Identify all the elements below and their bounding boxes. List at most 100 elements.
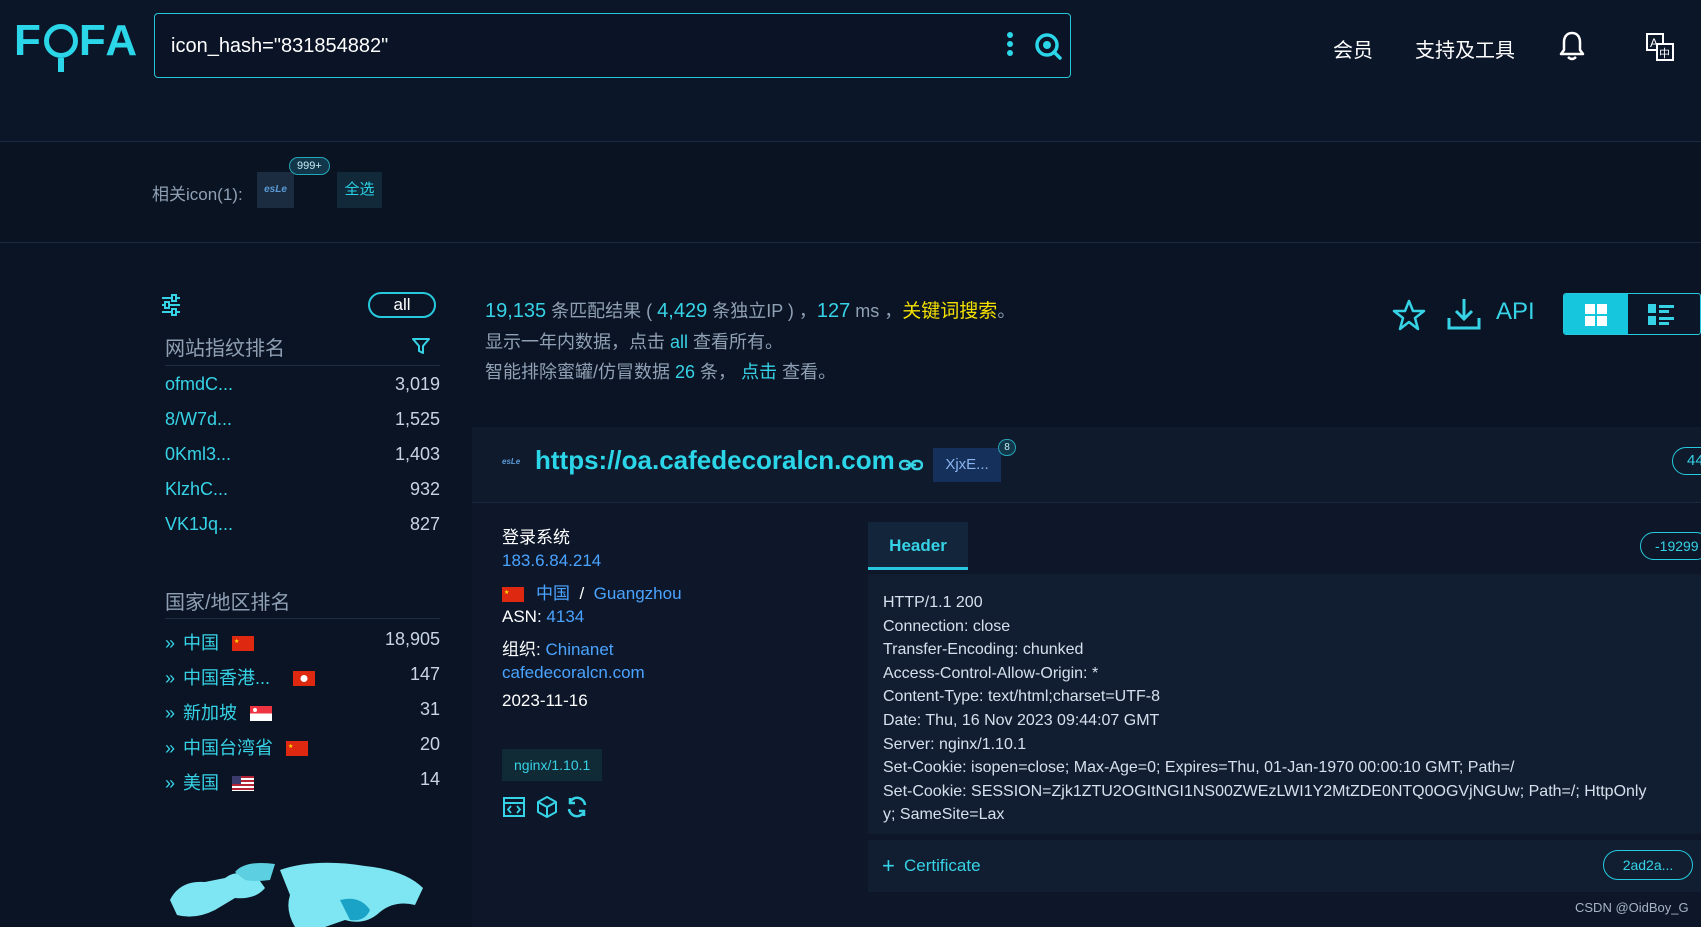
country-row[interactable]: » 新加坡 31 [165, 695, 440, 725]
chevron-double-right-icon: » [165, 738, 176, 758]
grid-icon [1585, 304, 1607, 326]
china-flag-icon: ★ [286, 740, 309, 756]
view-toggle [1563, 293, 1701, 335]
search-stats: 19,135 条匹配结果 ( 4,429 条独立IP ) ，127 ms ，关键… [485, 296, 1015, 387]
search-input[interactable] [171, 28, 991, 64]
link-icon[interactable] [899, 459, 923, 471]
china-flag-icon: ★ [232, 635, 255, 651]
result-card: esLe https://oa.cafedecoralcn.com XjxE..… [472, 427, 1701, 927]
country-name[interactable]: 中国 [183, 633, 219, 653]
grid-view-button[interactable] [1564, 294, 1628, 334]
country-name[interactable]: 新加坡 [183, 703, 237, 723]
select-all-button[interactable]: 全选 [337, 172, 382, 208]
cube-icon[interactable] [535, 795, 559, 819]
related-icon-label: 相关icon(1): [152, 185, 243, 204]
header-line: Set-Cookie: isopen=close; Max-Age=0; Exp… [883, 759, 1515, 777]
org-link[interactable]: Chinanet [545, 640, 613, 659]
fingerprint-row[interactable]: KlzhC... 932 [165, 475, 440, 505]
certificate-hash-pill[interactable]: 2ad2a... [1603, 850, 1693, 880]
refresh-icon[interactable] [565, 795, 589, 819]
view-excluded-link[interactable]: 点击 [741, 362, 777, 382]
fingerprint-name[interactable]: 0Kml3... [165, 444, 231, 465]
chevron-double-right-icon: » [165, 703, 176, 723]
nav-support-tools[interactable]: 支持及工具 [1415, 34, 1515, 63]
server-tag[interactable]: nginx/1.10.1 [502, 749, 603, 781]
divider [165, 618, 440, 619]
asn-link[interactable]: 4134 [546, 607, 584, 626]
fofa-logo[interactable]: F FA [14, 16, 139, 72]
country-row[interactable]: » 中国 ★ 18,905 [165, 625, 440, 655]
fingerprint-row[interactable]: 0Kml3... 1,403 [165, 440, 440, 470]
header-line: Set-Cookie: SESSION=Zjk1ZTU2OGItNGI1NS00… [883, 782, 1647, 800]
api-button[interactable]: API [1496, 298, 1535, 326]
header-line: Server: nginx/1.10.1 [883, 735, 1027, 753]
fingerprint-tag[interactable]: XjxE... [933, 448, 1001, 482]
fingerprint-count: 1,403 [394, 444, 440, 464]
header-content: HTTP/1.1 200 Connection: close Transfer-… [868, 574, 1701, 834]
site-title: 登录系统 [502, 528, 570, 547]
result-card-header: esLe https://oa.cafedecoralcn.com XjxE..… [472, 427, 1701, 503]
chevron-double-right-icon: » [165, 668, 176, 688]
related-icon-bar: 相关icon(1): esLe 999+ 全选 [0, 143, 1701, 243]
country-row[interactable]: » 中国香港... 147 [165, 660, 440, 690]
fingerprint-row[interactable]: VK1Jq... 827 [165, 510, 440, 540]
fingerprint-row[interactable]: 8/W7d... 1,525 [165, 405, 440, 435]
star-icon[interactable] [1392, 298, 1426, 332]
world-map[interactable] [165, 860, 430, 927]
country-name[interactable]: 中国台湾省 [183, 738, 273, 758]
header-line: Transfer-Encoding: chunked [883, 641, 1084, 659]
keyword-search-link[interactable]: 关键词搜索 [902, 301, 997, 322]
all-data-toggle[interactable]: all [368, 292, 436, 318]
tag-count-badge: 8 [998, 439, 1016, 456]
certificate-label[interactable]: Certificate [904, 856, 981, 876]
result-favicon: esLe [502, 457, 521, 466]
list-view-icon[interactable] [1648, 304, 1674, 326]
certificate-row[interactable]: + Certificate 2ad2a... [868, 840, 1701, 892]
org-row: 组织: Chinanet [502, 640, 614, 659]
fingerprint-name[interactable]: VK1Jq... [165, 514, 233, 535]
related-favicon[interactable]: esLe [257, 172, 294, 208]
watermark: CSDN @OidBoy_G [1575, 900, 1689, 915]
download-icon[interactable] [1446, 296, 1482, 332]
search-icon[interactable] [1033, 31, 1063, 61]
fingerprint-name[interactable]: KlzhC... [165, 479, 228, 500]
usa-flag-icon [232, 775, 255, 791]
result-date: 2023-11-16 [502, 691, 588, 710]
translate-icon[interactable]: A 中 [1645, 32, 1675, 62]
fingerprint-name[interactable]: 8/W7d... [165, 409, 232, 430]
tab-header[interactable]: Header [868, 522, 968, 570]
svg-text:中: 中 [1659, 47, 1670, 60]
country-row[interactable]: » 美国 14 [165, 765, 440, 795]
ip-link[interactable]: 183.6.84.214 [502, 551, 601, 571]
city-link[interactable]: Guangzhou [594, 584, 682, 603]
fingerprint-count: 827 [409, 514, 440, 534]
header-line: Access-Control-Allow-Origin: * [883, 664, 1099, 682]
plus-icon[interactable]: + [882, 853, 895, 879]
country-count: 14 [419, 769, 440, 789]
bell-icon[interactable] [1558, 30, 1586, 62]
fingerprint-row[interactable]: ofmdC... 3,019 [165, 370, 440, 400]
top-bar: FFA 会员 支持及工具 A 中 [0, 0, 1701, 142]
code-icon[interactable] [502, 795, 526, 819]
country-row[interactable]: » 中国台湾省 ★ 20 [165, 730, 440, 760]
fingerprint-filter-icon[interactable] [412, 337, 430, 355]
more-options-icon[interactable] [1007, 32, 1015, 60]
country-name[interactable]: 美国 [183, 773, 219, 793]
country-name[interactable]: 中国香港... [183, 668, 270, 688]
header-line: HTTP/1.1 200 [883, 594, 983, 611]
nav-membership[interactable]: 会员 [1333, 34, 1373, 63]
search-box [154, 13, 1071, 78]
show-all-link[interactable]: all [670, 332, 688, 352]
filter-settings-icon[interactable] [160, 294, 182, 316]
port-pill[interactable]: 44 [1672, 447, 1701, 475]
country-count: 147 [409, 664, 440, 684]
result-url-link[interactable]: https://oa.cafedecoralcn.com [535, 445, 895, 476]
stats-line-1: 19,135 条匹配结果 ( 4,429 条独立IP ) ，127 ms ，关键… [485, 300, 1016, 322]
divider [165, 365, 440, 366]
header-hash-pill[interactable]: -19299 [1640, 532, 1701, 560]
favicon-count-badge: 999+ [289, 157, 330, 175]
country-count: 31 [419, 699, 440, 719]
fingerprint-name[interactable]: ofmdC... [165, 374, 233, 395]
domain-link[interactable]: cafedecoralcn.com [502, 663, 645, 683]
country-link[interactable]: 中国 [536, 584, 570, 603]
